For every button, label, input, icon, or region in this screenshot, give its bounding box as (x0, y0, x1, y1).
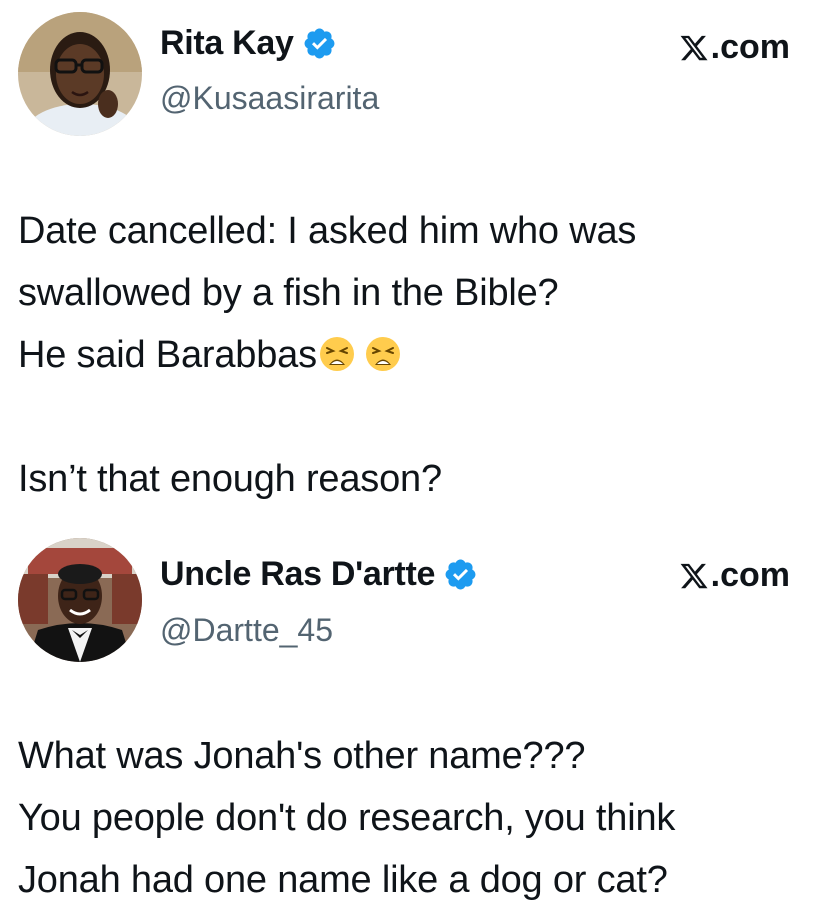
user-handle[interactable]: @Dartte_45 (160, 612, 333, 649)
source-domain: .com (710, 556, 790, 594)
avatar[interactable] (18, 538, 142, 662)
weary-face-icon (365, 337, 400, 371)
tweet-line-with-emoji: He said Barabbas (18, 324, 810, 386)
tweet-text: What was Jonah's other name??? You peopl… (18, 725, 810, 911)
avatar-photo-icon (18, 538, 142, 662)
verified-badge-icon (445, 559, 476, 590)
tweet-line: He said Barabbas (18, 334, 317, 376)
author-name-row: Rita Kay (160, 24, 337, 63)
source-domain: .com (710, 28, 790, 66)
tweet-line: What was Jonah's other name??? (18, 735, 586, 777)
x-logo-icon (680, 35, 708, 60)
tweet-line: You people don't do research, you think (18, 797, 676, 839)
avatar[interactable] (18, 12, 142, 136)
tweet-line: Jonah had one name like a dog or cat? (18, 859, 668, 901)
author-name-row: Uncle Ras D'artte (160, 555, 478, 594)
verified-badge-icon (304, 28, 335, 59)
user-handle[interactable]: @Kusaasirarita (160, 80, 379, 117)
tweet-line: Isn’t that enough reason? (18, 458, 442, 500)
source-label: .com (679, 28, 790, 67)
display-name[interactable]: Rita Kay (160, 24, 294, 63)
x-logo-icon (680, 563, 708, 588)
source-label: .com (679, 556, 790, 595)
display-name[interactable]: Uncle Ras D'artte (160, 555, 435, 594)
tweet-line: Date cancelled: I asked him who was (18, 210, 637, 252)
avatar-photo-icon (18, 12, 142, 136)
tweet-text: Date cancelled: I asked him who was swal… (18, 200, 810, 510)
tweet-line: swallowed by a fish in the Bible? (18, 272, 559, 314)
weary-face-icon (319, 337, 354, 371)
